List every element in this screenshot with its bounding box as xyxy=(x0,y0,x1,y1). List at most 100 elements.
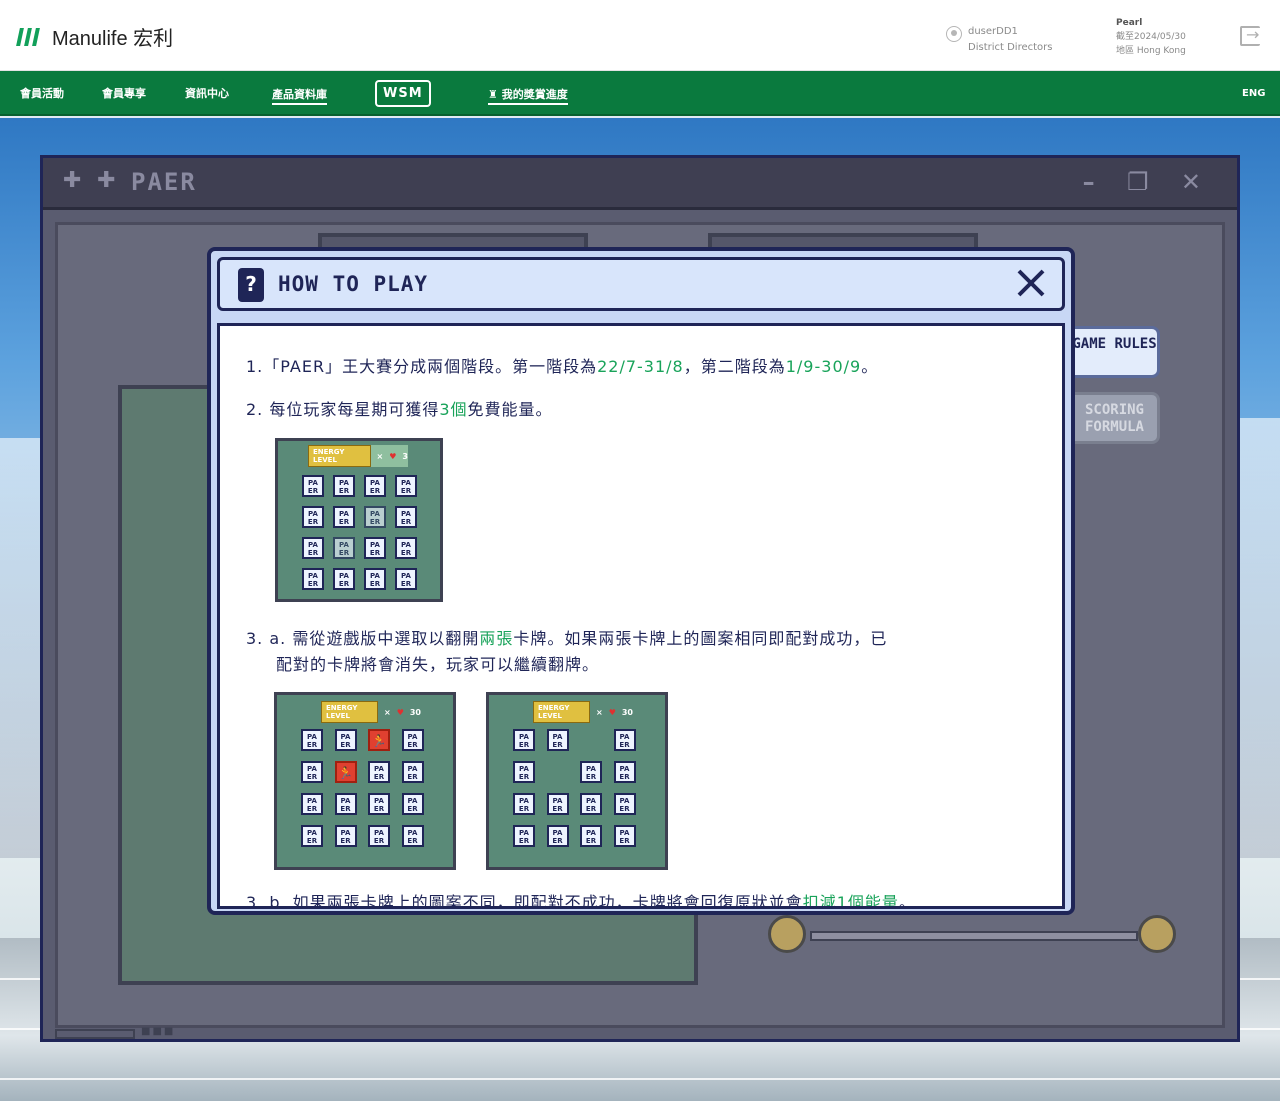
rule-3a-text: 3. a. 需從遊戲版中選取以翻開 xyxy=(246,629,480,648)
game-card: PA ER xyxy=(334,729,357,751)
awards-label: 我的獎賞進度 xyxy=(501,88,568,105)
game-card: PA ER xyxy=(333,537,355,559)
game-card: PA ER xyxy=(613,793,636,815)
nav-member-activities[interactable]: 會員活動 xyxy=(20,71,64,116)
rule-2-suffix: 免費能量。 xyxy=(467,400,553,419)
modal-title: HOW TO PLAY xyxy=(278,272,429,296)
energy-label: ENERGY LEVEL xyxy=(308,445,371,467)
game-card: PA ER xyxy=(334,825,357,847)
window-controls-icon[interactable]: – ❐ ✕ xyxy=(1083,168,1213,196)
trophy-icon: ♜ xyxy=(488,88,502,105)
game-card: PA ER xyxy=(364,475,386,497)
game-card: PA ER xyxy=(368,793,390,815)
energy-bar: ENERGY LEVEL × ♥ 30 xyxy=(321,701,421,723)
nav-wsm-booking[interactable]: WSM xyxy=(375,80,431,107)
how-to-play-modal: ? HOW TO PLAY 1.「PAER」王大賽分成兩個階段。第一階段為22/… xyxy=(207,247,1075,915)
language-toggle[interactable]: ENG xyxy=(1242,71,1265,116)
game-card: PA ER xyxy=(301,825,323,847)
tab-scoring-formula[interactable]: SCORING FORMULA xyxy=(1072,392,1160,444)
account-region: 地區 Hong Kong xyxy=(1116,46,1186,56)
question-icon: ? xyxy=(238,268,264,302)
energy-label: ENERGY LEVEL xyxy=(533,701,590,723)
game-card: PA ER xyxy=(580,761,602,783)
game-card: PA ER xyxy=(613,761,636,783)
heart-icon: ♥ xyxy=(396,707,404,717)
game-card: PA ER xyxy=(613,825,636,847)
game-card: PA ER xyxy=(401,761,424,783)
game-card: PA ER xyxy=(513,729,535,751)
energy-count: 3 xyxy=(402,451,408,461)
game-card: PA ER xyxy=(364,506,386,528)
game-card: PA ER xyxy=(546,825,569,847)
manulife-logo[interactable]: Manulife 宏利 xyxy=(16,22,173,51)
game-card: PA ER xyxy=(395,475,417,497)
game-card: PA ER xyxy=(395,506,417,528)
nav-info-center[interactable]: 資訊中心 xyxy=(185,71,229,116)
game-card: PA ER xyxy=(513,825,535,847)
progress-node xyxy=(1138,915,1176,953)
energy-label: ENERGY LEVEL xyxy=(321,701,378,723)
tab-game-rules[interactable]: GAME RULES xyxy=(1072,326,1160,378)
wsm-label: WSM xyxy=(383,86,423,101)
game-card: PA ER xyxy=(301,729,323,751)
account-info: Pearl 截至2024/05/30 地區 Hong Kong xyxy=(1116,16,1186,58)
window-title: PAER xyxy=(131,168,197,196)
account-name: Pearl xyxy=(1116,18,1143,28)
game-card: PA ER xyxy=(395,537,417,559)
progress-line xyxy=(810,931,1138,941)
rule-3a-line2: 配對的卡牌將會消失，玩家可以繼續翻牌。 xyxy=(276,655,600,674)
user-role: District Directors xyxy=(968,42,1053,53)
user-icon xyxy=(946,26,962,42)
game-card: PA ER xyxy=(513,761,535,783)
times-sign: × xyxy=(376,451,384,461)
rule-1-text: 1.「PAER」王大賽分成兩個階段。第一階段為 xyxy=(246,357,598,376)
card-grid: PA ER PA ER PA ER PA ER PA ER PA ER PA ER PA ER… xyxy=(513,729,647,847)
game-card: PA ER xyxy=(333,568,355,590)
rule-3a-text-rest: 卡牌。如果兩張卡牌上的圖案相同即配對成功，已 xyxy=(513,629,888,648)
game-card: PA ER xyxy=(368,825,390,847)
game-card: PA ER xyxy=(302,537,324,559)
rule-3b-text: 3. b. 如果兩張卡牌上的圖案不同，即配對不成功，卡牌將會回復原狀並會 xyxy=(246,893,803,909)
game-card: PA ER xyxy=(401,793,424,815)
move-arrows-icon: ✚ ✚ xyxy=(63,168,120,193)
rule-1: 1.「PAER」王大賽分成兩個階段。第一階段為22/7-31/8，第二階段為1/… xyxy=(246,354,878,380)
game-card: PA ER xyxy=(395,568,417,590)
game-card: PA ER xyxy=(580,825,602,847)
nav-product-library[interactable]: 產品資料庫 xyxy=(272,71,327,116)
game-card: PA ER xyxy=(401,729,424,751)
product-library-label: 產品資料庫 xyxy=(272,88,327,105)
rule-1-middle: ，第二階段為 xyxy=(683,357,786,376)
logout-icon[interactable] xyxy=(1240,25,1260,46)
game-card: PA ER xyxy=(302,568,324,590)
example-board-2: ENERGY LEVEL × ♥ 30 PA ER PA ER 🏃 PA ER PA E… xyxy=(274,692,456,870)
game-card: PA ER xyxy=(301,761,323,783)
rule-3b: 3. b. 如果兩張卡牌上的圖案不同，即配對不成功，卡牌將會回復原狀並會扣減1個… xyxy=(246,890,916,909)
game-card: PA ER xyxy=(302,475,324,497)
top-header: Manulife 宏利 duserDD1 District Directors … xyxy=(0,0,1280,71)
statusbar-dots: ■■■ xyxy=(141,1026,176,1037)
user-info: duserDD1 District Directors xyxy=(946,24,1052,56)
game-card: PA ER xyxy=(613,729,636,751)
user-id: duserDD1 xyxy=(968,26,1018,37)
example-board-3: ENERGY LEVEL × ♥ 30 PA ER PA ER PA ER PA ER… xyxy=(486,692,668,870)
game-card: PA ER xyxy=(364,537,386,559)
rules-content[interactable]: 1.「PAER」王大賽分成兩個階段。第一階段為22/7-31/8，第二階段為1/… xyxy=(217,323,1065,909)
energy-bar: ENERGY LEVEL × ♥ 30 xyxy=(533,701,633,723)
game-card: PA ER xyxy=(333,506,355,528)
game-card: PA ER xyxy=(546,729,569,751)
close-icon[interactable] xyxy=(1016,268,1046,298)
nav-awards-progress[interactable]: ♜ 我的獎賞進度 xyxy=(488,71,568,116)
game-card: PA ER xyxy=(580,793,602,815)
account-date: 截至2024/05/30 xyxy=(1116,32,1186,42)
game-card: PA ER xyxy=(401,825,424,847)
game-card: PA ER xyxy=(334,793,357,815)
energy-count: 30 xyxy=(409,707,421,717)
game-card: PA ER xyxy=(302,506,324,528)
example-board-1: ENERGY LEVEL × ♥ 3 PA ER PA ER PA ER PA ER P… xyxy=(275,438,443,602)
nav-member-exclusive[interactable]: 會員專享 xyxy=(102,71,146,116)
game-card: PA ER xyxy=(368,761,390,783)
game-card: PA ER xyxy=(546,793,569,815)
main-nav: 會員活動 會員專享 資訊中心 產品資料庫 WSM ♜ 我的獎賞進度 ENG xyxy=(0,71,1280,116)
window-titlebar: ✚ ✚ PAER – ❐ ✕ xyxy=(43,158,1237,210)
rule-1-phase2: 1/9-30/9 xyxy=(785,357,862,376)
